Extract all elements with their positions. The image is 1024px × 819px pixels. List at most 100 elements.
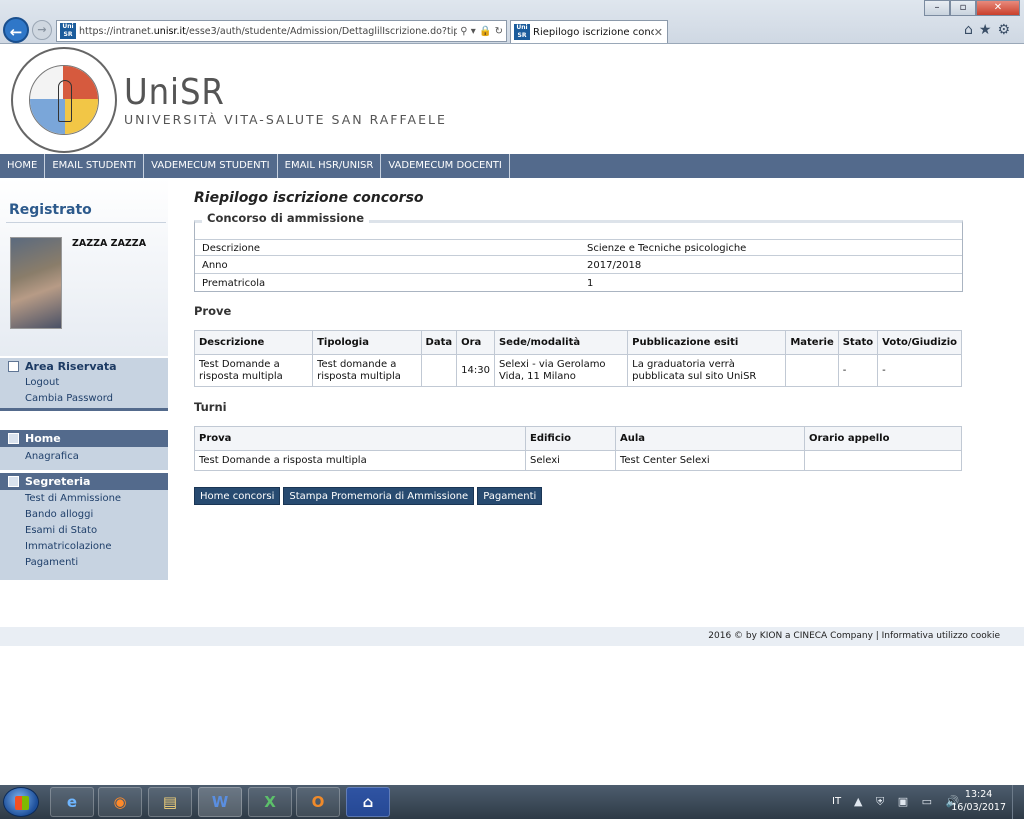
column-header: Pubblicazione esiti (627, 330, 787, 355)
sidebar-item-esami-di-stato[interactable]: Esami di Stato (0, 523, 168, 539)
table-cell: Test Domande a risposta multipla (193, 354, 314, 387)
sidebar-item-bando-alloggi[interactable]: Bando alloggi (0, 507, 168, 523)
close-window-button[interactable]: ✕ (976, 0, 1020, 16)
sidebar-item-cambia-password[interactable]: Cambia Password (0, 391, 168, 407)
sidebar-item-logout[interactable]: Logout (0, 375, 168, 391)
home-concorsi-button[interactable]: Home concorsi (194, 487, 281, 505)
minimize-button[interactable]: – (924, 0, 950, 16)
table-cell: - (877, 354, 962, 387)
prove-table: Descrizione Tipologia Data Ora Sede/moda… (193, 330, 962, 387)
column-header: Descrizione (193, 330, 314, 355)
tab-close-icon[interactable]: ✕ (654, 26, 667, 39)
firefox-icon[interactable]: ◉ (98, 787, 142, 817)
table-header-row: Descrizione Tipologia Data Ora Sede/moda… (193, 330, 962, 355)
sidebar-title: Registrato (9, 202, 92, 218)
area-riservata-header[interactable]: Area Riservata (0, 358, 168, 375)
table-cell: 14:30 (456, 354, 495, 387)
table-cell: Test domande a risposta multipla (312, 354, 422, 387)
table-cell (785, 354, 839, 387)
language-indicator[interactable]: IT (832, 796, 841, 807)
column-header: Data (420, 330, 458, 355)
checkbox-square-icon (8, 433, 19, 444)
sidebar-item-immatricolazione[interactable]: Immatricolazione (0, 539, 168, 555)
column-header: Orario appello (804, 426, 962, 451)
system-tray: IT ▲ ⛨ ▣ ▭ 🔊 13:24 16/03/2017 (824, 785, 1024, 819)
column-header: Prova (194, 426, 526, 451)
outlook-icon[interactable]: O (296, 787, 340, 817)
table-cell: Test Domande a risposta multipla (194, 450, 526, 471)
browser-tab[interactable]: Uni SR Riepilogo iscrizione concorso ✕ (510, 20, 668, 43)
home-icon[interactable]: ⌂ (964, 22, 979, 38)
university-app-icon[interactable]: ⌂ (346, 787, 390, 817)
back-button[interactable]: ← (3, 17, 29, 43)
column-header: Aula (615, 426, 805, 451)
divider (6, 222, 166, 223)
excel-icon[interactable]: X (248, 787, 292, 817)
table-cell: Selexi (525, 450, 616, 471)
internet-explorer-icon[interactable]: e (50, 787, 94, 817)
top-menu: HOME EMAIL STUDENTI VADEMECUM STUDENTI E… (0, 154, 1024, 178)
home-header[interactable]: Home (0, 430, 168, 447)
menu-vademecum-docenti[interactable]: VADEMECUM DOCENTI (381, 154, 510, 178)
university-seal-logo[interactable] (11, 47, 117, 153)
page-footer: 2016 © by KION a CINECA Company | Inform… (0, 627, 1024, 646)
menu-vademecum-studenti[interactable]: VADEMECUM STUDENTI (144, 154, 278, 178)
forward-button[interactable]: → (32, 20, 52, 40)
sidebar-item-pagamenti[interactable]: Pagamenti (0, 555, 168, 571)
tray-icons[interactable]: ▲ ⛨ ▣ ▭ 🔊 (854, 795, 964, 809)
show-desktop-button[interactable] (1012, 785, 1024, 819)
sidebar-item-test-di-ammissione[interactable]: Test di Ammissione (0, 491, 168, 507)
table-cell: - (837, 354, 879, 387)
clock-time: 13:24 (964, 789, 993, 800)
table-cell: Test Center Selexi (615, 450, 805, 471)
column-header: Stato (837, 330, 879, 355)
table-header-row: Prova Edificio Aula Orario appello (194, 426, 962, 451)
checkbox-square-icon (8, 476, 19, 487)
sidebar-item-anagrafica[interactable]: Anagrafica (0, 449, 168, 465)
clock-date: 16/03/2017 (951, 802, 1006, 813)
file-explorer-icon[interactable]: ▤ (148, 787, 192, 817)
windows-taskbar: e ◉ ▤ W X O ⌂ IT ▲ ⛨ ▣ ▭ 🔊 13:24 16/03/2… (0, 785, 1024, 819)
user-name: ZAZZA ZAZZA (72, 238, 147, 249)
table-cell: La graduatoria verrà pubblicata sul sito… (627, 354, 787, 387)
table-cell: Selexi - via Gerolamo Vida, 11 Milano (493, 354, 629, 387)
toolbar-icons: ⌂★⚙ (964, 22, 1016, 38)
action-buttons: Home concorsi Stampa Promemoria di Ammis… (194, 487, 543, 505)
table-cell (804, 450, 962, 471)
site-favicon: Uni SR (60, 23, 76, 39)
address-bar[interactable]: Uni SR https://intranet.unisr.it/esse3/a… (56, 20, 507, 42)
stampa-promemoria-button[interactable]: Stampa Promemoria di Ammissione (283, 487, 475, 505)
fieldset-legend: Concorso di ammissione (202, 211, 370, 225)
prove-heading: Prove (194, 304, 232, 318)
table-cell (420, 354, 458, 387)
column-header: Voto/Giudizio (877, 330, 962, 355)
start-button[interactable] (3, 787, 39, 817)
column-header: Materie (785, 330, 839, 355)
segreteria-block: Segreteria Test di Ammissione Bando allo… (0, 473, 168, 580)
clock[interactable]: 13:24 16/03/2017 (951, 788, 1006, 814)
info-row-prematricola: Prematricola 1 (202, 278, 594, 289)
favorites-star-icon[interactable]: ★ (979, 22, 998, 38)
seal-emblem (29, 65, 99, 135)
menu-home[interactable]: HOME (0, 154, 46, 178)
user-panel: Registrato ZAZZA ZAZZA (0, 178, 168, 356)
url-text[interactable]: https://intranet.unisr.it/esse3/auth/stu… (79, 26, 457, 37)
table-row: Test Domande a risposta multipla Selexi … (194, 450, 962, 471)
window-controls: – ▫ ✕ (924, 0, 1020, 16)
tab-title: Riepilogo iscrizione concorso (533, 26, 654, 38)
menu-email-studenti[interactable]: EMAIL STUDENTI (45, 154, 145, 178)
turni-table: Prova Edificio Aula Orario appello Test … (194, 426, 962, 471)
windows-logo-icon (15, 796, 29, 810)
menu-email-hsr-unisr[interactable]: EMAIL HSR/UNISR (278, 154, 382, 178)
address-bar-icons[interactable]: ⚲ ▾ 🔒 ↻ (457, 26, 506, 37)
pagamenti-button[interactable]: Pagamenti (477, 487, 543, 505)
gear-icon[interactable]: ⚙ (997, 22, 1016, 38)
maximize-button[interactable]: ▫ (950, 0, 976, 16)
checkbox-square-icon (8, 361, 19, 372)
brand-subtitle: UNIVERSITÀ VITA-SALUTE SAN RAFFAELE (124, 112, 447, 127)
tab-favicon: Uni SR (514, 24, 530, 40)
segreteria-header[interactable]: Segreteria (0, 473, 168, 490)
turni-heading: Turni (194, 400, 227, 414)
word-icon[interactable]: W (198, 787, 242, 817)
page-title: Riepilogo iscrizione concorso (194, 190, 424, 206)
